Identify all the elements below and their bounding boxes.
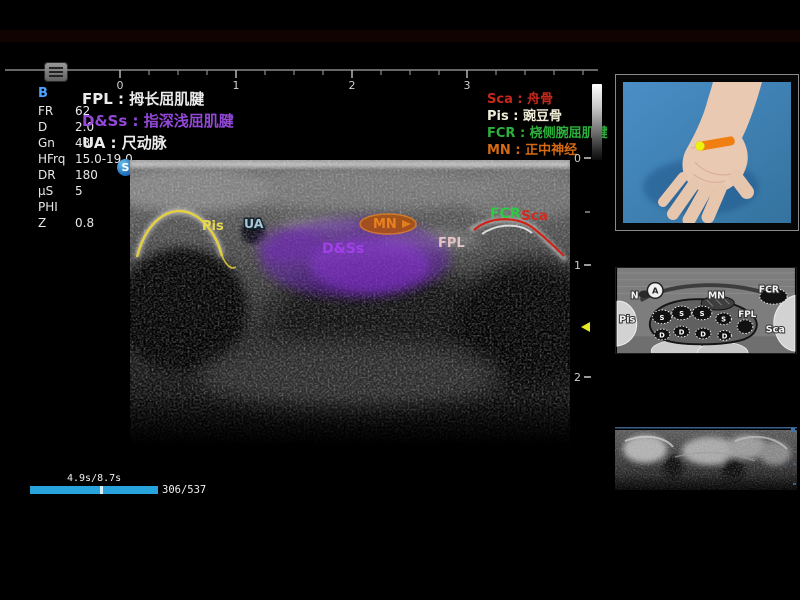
ruler-label-2: 2 bbox=[349, 79, 356, 92]
echo-texture bbox=[130, 160, 570, 445]
label-ua: UA bbox=[244, 216, 264, 231]
key-fpl: FPL : 拇长屈肌腱 bbox=[82, 88, 234, 110]
svg-text:S: S bbox=[721, 316, 726, 324]
param-row: Z0.8 bbox=[38, 215, 133, 231]
svg-text:S: S bbox=[700, 310, 705, 318]
label-fcr: FCR bbox=[490, 206, 521, 222]
diagram-label-n: N bbox=[631, 290, 639, 301]
thumb-corner-mark bbox=[791, 428, 795, 432]
svg-text:D: D bbox=[659, 331, 665, 339]
label-pis: Pis bbox=[202, 219, 224, 234]
param-row: PHI bbox=[38, 199, 133, 215]
depth-2: 2 bbox=[574, 371, 581, 384]
param-row: µS5 bbox=[38, 183, 133, 199]
key-sca: Sca : 舟骨 bbox=[487, 91, 608, 108]
svg-text:S: S bbox=[660, 314, 665, 322]
depth-1: 1 bbox=[574, 259, 581, 272]
diagram-label-fpl: FPL bbox=[738, 310, 756, 320]
focus-marker[interactable] bbox=[581, 322, 590, 332]
annotation-key-left: FPL : 拇长屈肌腱 D&Ss : 指深浅屈肌腱 UA : 尺动脉 bbox=[82, 88, 234, 154]
label-mn: MN bbox=[373, 217, 397, 232]
ultrasound-app: 0 1 2 3 B FR62 D2.0 Gn43 HFrq15.0-19.0 D… bbox=[0, 0, 800, 600]
key-dss: D&Ss : 指深浅屈肌腱 bbox=[82, 110, 234, 132]
orientation-dot bbox=[696, 142, 705, 151]
key-fcr: FCR : 桡侧腕屈肌腱 bbox=[487, 125, 608, 142]
ruler-label-3: 3 bbox=[464, 79, 471, 92]
svg-text:D: D bbox=[679, 328, 685, 336]
grayscale-bar bbox=[592, 84, 602, 160]
label-dss: D&Ss bbox=[322, 241, 364, 257]
cine-time: 4.9s/8.7s bbox=[67, 473, 121, 484]
cine-position-marker[interactable] bbox=[100, 486, 103, 494]
depth-0: 0 bbox=[574, 152, 581, 165]
key-ua: UA : 尺动脉 bbox=[82, 132, 234, 154]
annotation-key-right: Sca : 舟骨 Pis : 豌豆骨 FCR : 桡侧腕屈肌腱 MN : 正中神… bbox=[487, 91, 608, 159]
diagram-label-pis: Pis bbox=[619, 315, 636, 326]
titlebar-strip bbox=[0, 30, 800, 42]
svg-text:S: S bbox=[679, 310, 684, 318]
depth-scale: 0 1 2 bbox=[572, 150, 596, 390]
svg-text:D: D bbox=[700, 330, 706, 338]
diagram-label-fcr: FCR bbox=[759, 284, 779, 295]
diagram-label-sca: Sca bbox=[766, 324, 785, 335]
diagram-label-mn: MN bbox=[708, 290, 725, 301]
svg-text:D: D bbox=[722, 332, 728, 340]
label-sca: Sca bbox=[521, 208, 548, 224]
cine-frame-counter: 306/537 bbox=[162, 484, 206, 496]
mode-indicator: B bbox=[38, 86, 48, 101]
reference-ultrasound-thumbnail bbox=[615, 427, 797, 503]
label-fpl: FPL bbox=[438, 236, 465, 251]
thumb-top-border bbox=[615, 427, 797, 429]
diagram-label-a: A bbox=[652, 285, 659, 295]
ultrasound-image: Pis UA D&Ss MN FPL FCR Sca bbox=[130, 160, 570, 445]
cine-progress-bar[interactable] bbox=[30, 486, 158, 494]
key-pis: Pis : 豌豆骨 bbox=[487, 108, 608, 125]
anatomy-diagram: S S S S D D D D N A MN FCR FPL Pis Sca bbox=[615, 267, 797, 354]
probe-position-photo bbox=[615, 74, 799, 231]
